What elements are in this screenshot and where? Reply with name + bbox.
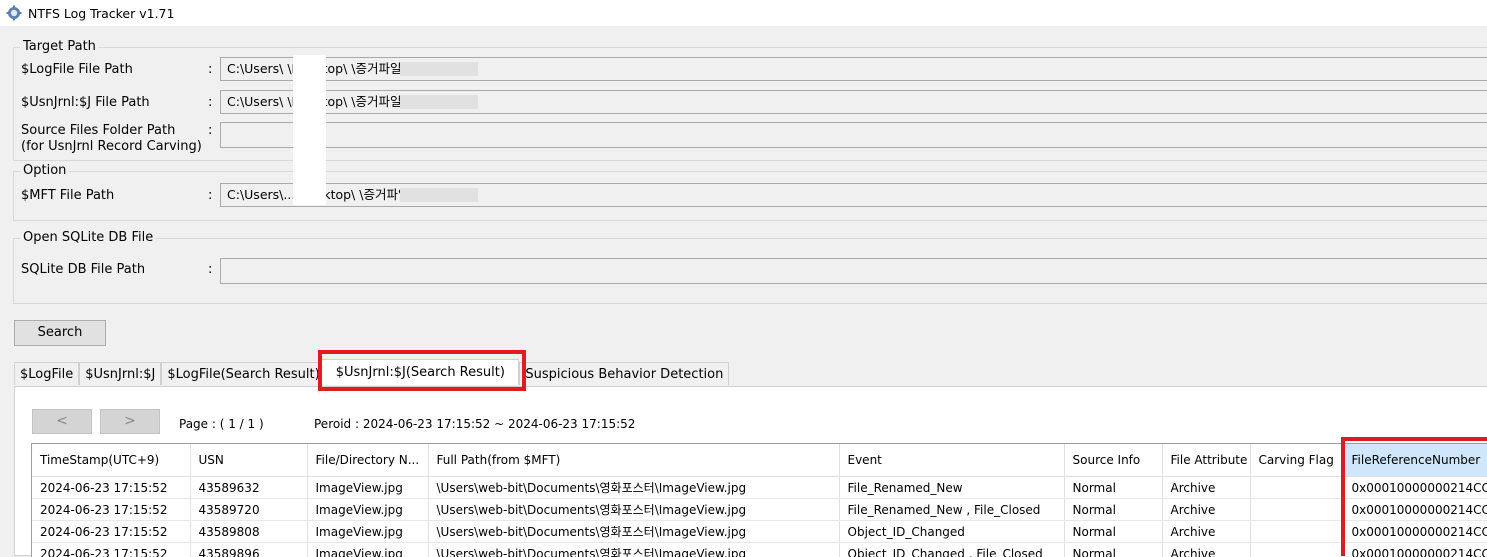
redaction-block — [400, 95, 478, 109]
cell-source-info: Normal — [1064, 477, 1162, 499]
gear-icon — [6, 5, 22, 21]
cell-timestamp: 2024-06-23 17:15:52 — [32, 477, 190, 499]
column-header-full-path[interactable]: Full Path(from $MFT) — [428, 444, 839, 477]
column-highlight-box — [1341, 437, 1487, 556]
sqlite-group-label: Open SQLite DB File — [20, 230, 156, 245]
cell-file-name: ImageView.jpg — [307, 543, 428, 557]
results-grid[interactable]: TimeStamp(UTC+9) USN File/Directory N...… — [31, 443, 1487, 557]
cell-timestamp: 2024-06-23 17:15:52 — [32, 521, 190, 543]
table-row[interactable]: 2024-06-23 17:15:52 43589720 ImageView.j… — [32, 499, 1487, 521]
cell-carving-flag — [1250, 477, 1343, 499]
colon: : — [208, 62, 212, 77]
redaction-block — [400, 188, 478, 202]
cell-carving-flag — [1250, 543, 1343, 557]
colon: : — [208, 188, 212, 203]
cell-timestamp: 2024-06-23 17:15:52 — [32, 543, 190, 557]
column-header-carving-flag[interactable]: Carving Flag — [1250, 444, 1343, 477]
colon: : — [208, 262, 212, 277]
prev-page-button[interactable]: < — [32, 409, 92, 434]
cell-file-attribute: Archive — [1162, 477, 1250, 499]
cell-usn: 43589808 — [190, 521, 307, 543]
mft-path-label: $MFT File Path — [21, 188, 114, 203]
cell-source-info: Normal — [1064, 521, 1162, 543]
logfile-path-label: $LogFile File Path — [21, 62, 133, 77]
search-button[interactable]: Search — [14, 320, 106, 346]
source-folder-sublabel: (for UsnJrnl Record Carving) — [21, 139, 202, 154]
page-indicator: Page : ( 1 / 1 ) — [179, 417, 264, 431]
column-header-file-attribute[interactable]: File Attribute — [1162, 444, 1250, 477]
cell-event: File_Renamed_New , File_Closed — [839, 499, 1064, 521]
window-title: NTFS Log Tracker v1.71 — [28, 6, 174, 21]
source-folder-label: Source Files Folder Path — [21, 123, 175, 138]
cell-full-path: \Users\web-bit\Documents\영화포스터\ImageView… — [428, 521, 839, 543]
table-header-row: TimeStamp(UTC+9) USN File/Directory N...… — [32, 444, 1487, 477]
cell-file-attribute: Archive — [1162, 499, 1250, 521]
cell-full-path: \Users\web-bit\Documents\영화포스터\ImageView… — [428, 499, 839, 521]
title-bar: NTFS Log Tracker v1.71 — [0, 0, 1487, 26]
next-page-button[interactable]: > — [100, 409, 160, 434]
source-folder-field[interactable] — [220, 122, 1487, 148]
tab-highlight-box — [318, 350, 526, 391]
redaction-block — [400, 62, 478, 76]
cell-event: Object_ID_Changed — [839, 521, 1064, 543]
cell-source-info: Normal — [1064, 499, 1162, 521]
cell-full-path: \Users\web-bit\Documents\영화포스터\ImageView… — [428, 543, 839, 557]
tab-logfile[interactable]: $LogFile — [14, 362, 79, 385]
tab-usnjrnl[interactable]: $UsnJrnl:$J — [79, 362, 161, 385]
option-label: Option — [20, 163, 69, 178]
sqlite-path-label: SQLite DB File Path — [21, 262, 145, 277]
tab-suspicious-behavior[interactable]: Suspicious Behavior Detection — [519, 362, 729, 385]
column-header-usn[interactable]: USN — [190, 444, 307, 477]
cell-usn: 43589720 — [190, 499, 307, 521]
table-row[interactable]: 2024-06-23 17:15:52 43589632 ImageView.j… — [32, 477, 1487, 499]
table-row[interactable]: 2024-06-23 17:15:52 43589896 ImageView.j… — [32, 543, 1487, 557]
period-range: Peroid : 2024-06-23 17:15:52 ~ 2024-06-2… — [314, 417, 635, 431]
colon: : — [208, 123, 212, 138]
cell-usn: 43589896 — [190, 543, 307, 557]
cell-source-info: Normal — [1064, 543, 1162, 557]
redaction-block — [293, 55, 326, 205]
cell-file-name: ImageView.jpg — [307, 499, 428, 521]
cell-full-path: \Users\web-bit\Documents\영화포스터\ImageView… — [428, 477, 839, 499]
sqlite-path-field[interactable] — [220, 258, 1487, 284]
cell-usn: 43589632 — [190, 477, 307, 499]
cell-event: File_Renamed_New — [839, 477, 1064, 499]
cell-file-attribute: Archive — [1162, 521, 1250, 543]
cell-carving-flag — [1250, 521, 1343, 543]
cell-timestamp: 2024-06-23 17:15:52 — [32, 499, 190, 521]
cell-event: Object_ID_Changed , File_Closed — [839, 543, 1064, 557]
cell-file-attribute: Archive — [1162, 543, 1250, 557]
column-header-timestamp[interactable]: TimeStamp(UTC+9) — [32, 444, 190, 477]
colon: : — [208, 95, 212, 110]
column-header-source-info[interactable]: Source Info — [1064, 444, 1162, 477]
cell-carving-flag — [1250, 499, 1343, 521]
tab-logfile-search-result[interactable]: $LogFile(Search Result) — [161, 362, 321, 385]
usnjrnl-path-label: $UsnJrnl:$J File Path — [21, 95, 150, 110]
cell-file-name: ImageView.jpg — [307, 477, 428, 499]
column-header-event[interactable]: Event — [839, 444, 1064, 477]
cell-file-name: ImageView.jpg — [307, 521, 428, 543]
target-path-label: Target Path — [20, 39, 99, 54]
table-row[interactable]: 2024-06-23 17:15:52 43589808 ImageView.j… — [32, 521, 1487, 543]
column-header-file-name[interactable]: File/Directory N... — [307, 444, 428, 477]
